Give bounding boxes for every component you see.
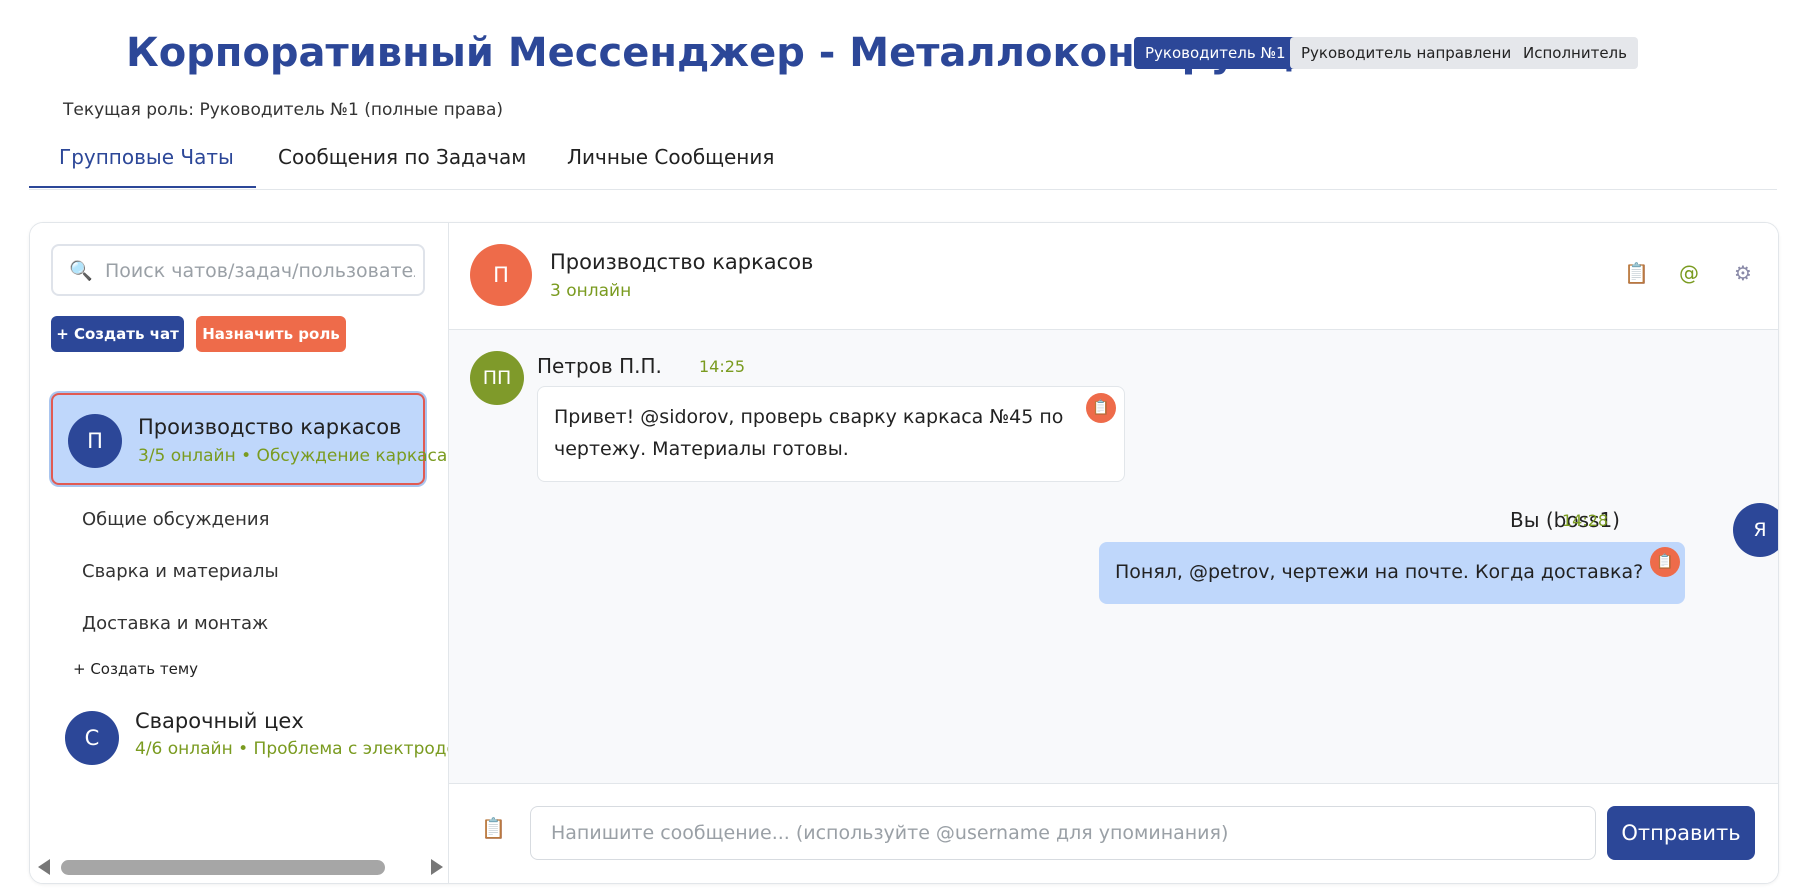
scroll-thumb[interactable] (61, 860, 385, 875)
chat-avatar: С (65, 711, 119, 765)
task-clipboard-icon[interactable]: 📋 (1650, 547, 1680, 577)
task-clipboard-icon[interactable]: 📋 (1086, 393, 1116, 423)
tab-bar: Групповые Чаты Сообщения по Задачам Личн… (29, 135, 1777, 190)
topic-delivery-installation[interactable]: Доставка и монтаж (82, 613, 268, 634)
message-bubble-outgoing: Понял, @petrov, чертежи на почте. Когда … (1099, 542, 1685, 604)
create-topic-link[interactable]: + Создать тему (73, 660, 198, 678)
chat-online-count: 3 онлайн (550, 281, 632, 301)
scroll-left-arrow-icon[interactable] (38, 859, 50, 875)
chat-header-avatar: П (470, 244, 532, 306)
mention-icon[interactable]: @ (1679, 261, 1699, 285)
current-role-text: Текущая роль: Руководитель №1 (полные пр… (63, 100, 503, 120)
message-text: Привет! @sidorov, проверь сварку каркаса… (554, 406, 1064, 460)
chat-meta: 3/5 онлайн • Обсуждение каркаса №45 (138, 446, 448, 466)
message-time: 14:28 (1562, 511, 1609, 530)
tab-task-messages[interactable]: Сообщения по Задачам (278, 145, 526, 169)
chat-list-item-welding[interactable]: С Сварочный цех 4/6 онлайн • Проблема с … (51, 697, 448, 789)
search-box[interactable]: 🔍 (51, 244, 425, 296)
assign-role-button[interactable]: Назначить роль (196, 316, 346, 352)
settings-icon[interactable]: ⚙ (1734, 261, 1752, 285)
chat-meta: 4/6 онлайн • Проблема с электродом (135, 739, 449, 759)
role-button-direction-head[interactable]: Руководитель направления (1290, 37, 1532, 69)
send-button[interactable]: Отправить (1607, 806, 1755, 860)
chat-list-item-frames[interactable]: П Производство каркасов 3/5 онлайн • Обс… (51, 393, 448, 485)
message-avatar: Я (1733, 503, 1778, 557)
topic-welding-materials[interactable]: Сварка и материалы (82, 561, 279, 582)
message-author: Петров П.П. (537, 354, 662, 378)
message-avatar: ПП (470, 351, 524, 405)
message-time: 14:25 (699, 357, 746, 376)
chat-name: Сварочный цех (135, 709, 304, 733)
clipboard-icon[interactable]: 📋 (1624, 261, 1649, 285)
chat-sidebar: 🔍 + Создать чат Назначить роль П Произво… (30, 223, 449, 883)
message-composer: 📋 Отправить (449, 783, 1778, 883)
topic-general[interactable]: Общие обсуждения (82, 509, 269, 530)
message-input[interactable] (530, 806, 1596, 860)
attach-task-icon[interactable]: 📋 (481, 816, 506, 840)
chat-area: П Производство каркасов 3 онлайн 📋 @ ⚙ П… (449, 223, 1778, 883)
sidebar-horizontal-scrollbar[interactable] (30, 855, 448, 877)
tab-group-chats[interactable]: Групповые Чаты (59, 145, 234, 169)
message-bubble-incoming: Привет! @sidorov, проверь сварку каркаса… (537, 386, 1125, 482)
chat-name: Производство каркасов (138, 415, 402, 439)
message-text: Понял, @petrov, чертежи на почте. Когда … (1115, 561, 1644, 583)
search-icon: 🔍 (69, 260, 93, 282)
search-input[interactable] (103, 254, 417, 288)
create-chat-button[interactable]: + Создать чат (51, 316, 184, 352)
chat-header-title: Производство каркасов (550, 250, 814, 274)
role-button-head1[interactable]: Руководитель №1 (1134, 37, 1297, 69)
chat-header: П Производство каркасов 3 онлайн 📋 @ ⚙ (449, 223, 1778, 330)
chat-avatar: П (68, 414, 122, 468)
role-button-executor[interactable]: Исполнитель (1512, 37, 1638, 69)
messenger-panel: 🔍 + Создать чат Назначить роль П Произво… (29, 222, 1779, 884)
active-tab-indicator (29, 186, 256, 188)
tab-direct-messages[interactable]: Личные Сообщения (567, 145, 774, 169)
scroll-right-arrow-icon[interactable] (431, 859, 443, 875)
